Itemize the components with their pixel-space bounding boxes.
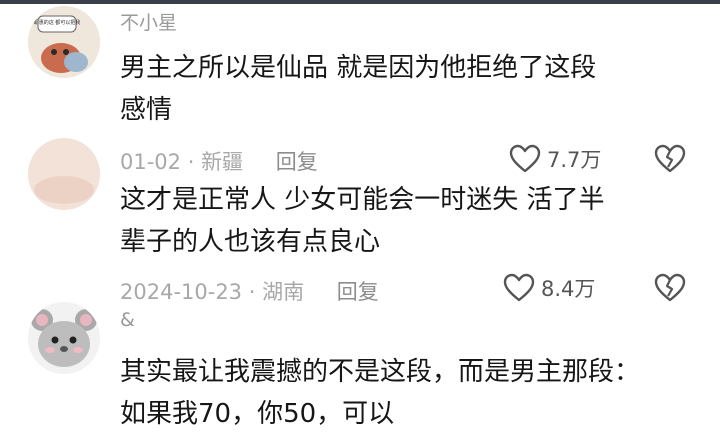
- heart-outline-icon: [509, 144, 541, 173]
- comment-1-reply-button[interactable]: 回复: [276, 150, 318, 174]
- comment-2-meta: 2024-10-23 · 湖南 回复: [120, 276, 379, 306]
- comment-2-date: 2024-10-23: [120, 280, 243, 304]
- comment-2-line-1: 这才是正常人 少女可能会一时迷失 活了半: [120, 185, 605, 215]
- avatar-comment-2[interactable]: [28, 138, 100, 210]
- broken-heart-icon: [654, 144, 686, 173]
- comment-1-location: 新疆: [201, 150, 244, 174]
- heart-outline-icon: [503, 273, 535, 302]
- avatar-comment-3[interactable]: [28, 302, 100, 374]
- comment-1-like-count: 7.7万: [547, 148, 602, 172]
- comment-1-dislike-button[interactable]: [654, 144, 686, 178]
- broken-heart-icon: [654, 273, 686, 302]
- comment-2-like-count: 8.4万: [541, 277, 596, 301]
- avatar-cartoon-image: 耶惠的这 都可以把我: [28, 6, 100, 78]
- meta-separator: ·: [242, 280, 263, 304]
- comment-1-username[interactable]: 不小星: [120, 8, 177, 35]
- top-bar: [0, 0, 720, 4]
- comment-3-text: 其实最让我震撼的不是这段，而是男主那段： 如果我70，你50，可以: [120, 351, 640, 435]
- comment-2-dislike-button[interactable]: [654, 273, 686, 307]
- avatar-mouse-image: [28, 302, 100, 374]
- avatar-caption: 耶惠的这 都可以把我: [34, 19, 81, 26]
- comment-3-line-1: 其实最让我震撼的不是这段，而是男主那段：: [120, 357, 641, 387]
- comment-1-like-button[interactable]: 7.7万: [509, 144, 601, 174]
- comment-2-line-2: 辈子的人也该有点良心: [120, 227, 381, 257]
- comment-1-line-2: 感情: [120, 95, 173, 125]
- comment-2-location: 湖南: [262, 280, 305, 304]
- comment-2-reply-button[interactable]: 回复: [337, 280, 379, 304]
- comment-1-line-1: 男主之所以是仙品 就是因为他拒绝了这段: [120, 53, 597, 83]
- comment-1-text: 男主之所以是仙品 就是因为他拒绝了这段 感情: [120, 47, 596, 131]
- meta-separator: ·: [181, 150, 202, 174]
- comment-3-username[interactable]: &: [120, 309, 135, 331]
- comment-3-line-2: 如果我70，你50，可以: [120, 399, 395, 429]
- comment-1-meta: 01-02 · 新疆 回复: [120, 146, 318, 176]
- avatar-photo-image: [28, 138, 100, 210]
- comment-2-like-button[interactable]: 8.4万: [503, 273, 595, 303]
- avatar-comment-1[interactable]: 耶惠的这 都可以把我: [28, 6, 100, 78]
- comment-1-date: 01-02: [120, 150, 182, 174]
- comment-2-text: 这才是正常人 少女可能会一时迷失 活了半 辈子的人也该有点良心: [120, 179, 605, 263]
